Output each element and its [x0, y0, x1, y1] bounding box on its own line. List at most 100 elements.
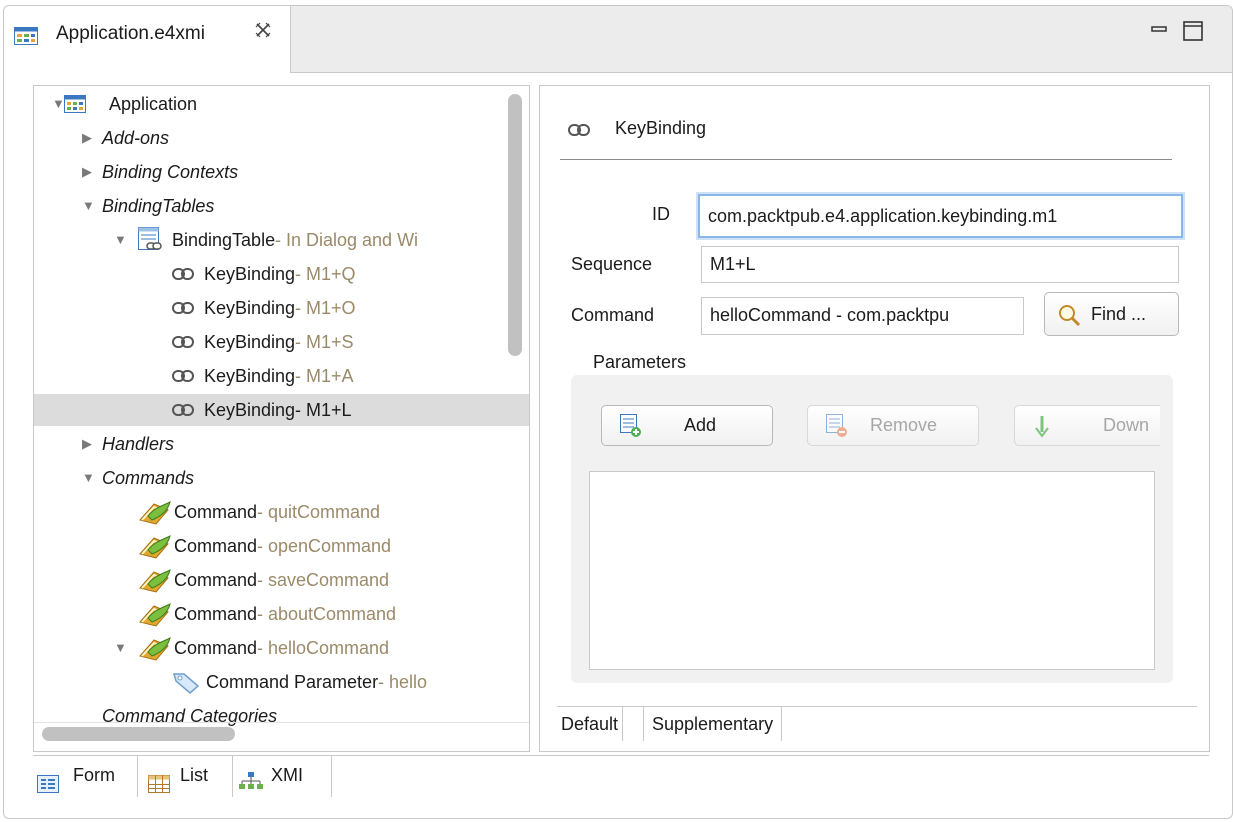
maximize-icon[interactable] — [1182, 20, 1204, 47]
form-tabs: Default Supplementary — [557, 706, 1197, 743]
link-icon — [172, 335, 194, 349]
id-label: ID — [652, 204, 670, 224]
application-icon — [64, 95, 86, 113]
remove-button-label: Remove — [870, 415, 938, 435]
twisty-expanded-icon[interactable]: ▼ — [52, 88, 65, 120]
tab-default[interactable]: Default — [557, 707, 624, 741]
twisty-expanded-icon[interactable]: ▼ — [114, 632, 127, 664]
arrow-down-icon — [1035, 414, 1049, 443]
down-button-label: Down — [1103, 415, 1150, 435]
tree-item-detail: - quitCommand — [257, 502, 381, 522]
tree-item-label: Binding Contexts — [102, 162, 239, 182]
tree-item[interactable]: Command Parameter - hello — [34, 666, 529, 698]
tree-item[interactable]: ▼ Command - helloCommand — [34, 632, 529, 664]
tree-item-label: Command — [174, 536, 258, 556]
find-button-label: Find ... — [1091, 304, 1147, 324]
id-field[interactable]: com.packtpub.e4.application.keybinding.m… — [698, 194, 1183, 238]
horizontal-scrollbar[interactable] — [42, 727, 235, 741]
detail-form: KeyBinding ID com.packtpub.e4.applicatio… — [539, 85, 1210, 752]
link-icon — [568, 121, 590, 142]
link-icon — [172, 267, 194, 281]
form-title: KeyBinding — [615, 118, 707, 138]
editor-tab-title: Application.e4xmi — [56, 23, 205, 44]
tree-item[interactable]: Command - saveCommand — [34, 564, 529, 596]
binding-table-icon — [138, 227, 164, 253]
down-button[interactable]: Down — [1014, 405, 1160, 446]
tree-item-detail: - saveCommand — [257, 570, 390, 590]
editor-tab-bar: Application.e4xmi — [4, 6, 1232, 73]
tree-item[interactable]: ▼ BindingTable - In Dialog and Wi — [34, 224, 529, 256]
tree-item-detail: - openCommand — [257, 536, 392, 556]
minimize-icon[interactable] — [1149, 20, 1169, 45]
tree-item-detail: - M1+Q — [295, 264, 356, 284]
add-button-label: Add — [684, 415, 717, 435]
tab-list[interactable]: List — [138, 755, 233, 797]
tab-xmi[interactable]: XMI — [233, 755, 332, 797]
command-icon — [138, 634, 172, 662]
parameters-group: Add Remove Down — [571, 375, 1173, 683]
tree-item[interactable]: ▼ Application — [34, 88, 529, 120]
find-button[interactable]: Find ... — [1044, 292, 1179, 336]
tree-item-detail: - M1+A — [295, 366, 354, 386]
tree-item-detail: - M1+O — [295, 298, 356, 318]
editor-tab[interactable]: Application.e4xmi — [4, 6, 291, 73]
tree-item-label: KeyBinding — [204, 298, 296, 318]
tree-item-label: KeyBinding — [204, 400, 296, 420]
tag-icon — [172, 670, 200, 694]
tab-xmi-label: XMI — [271, 765, 304, 785]
remove-row-icon — [826, 414, 848, 443]
tab-supplementary[interactable]: Supplementary — [643, 707, 783, 741]
add-button[interactable]: Add — [601, 405, 773, 446]
tree-item[interactable]: ▶ Add-ons — [34, 122, 529, 154]
tree-item-label: Command — [174, 502, 258, 522]
tree-item[interactable]: KeyBinding - M1+A — [34, 360, 529, 392]
command-icon — [138, 532, 172, 560]
vertical-scrollbar[interactable] — [508, 94, 522, 356]
sequence-label: Sequence — [571, 254, 653, 274]
command-icon — [138, 600, 172, 628]
model-tree[interactable]: ▼ Application ▶ Add-ons ▶ Binding Contexts ▼ Bi… — [33, 85, 530, 752]
tree-item[interactable]: KeyBinding - M1+O — [34, 292, 529, 324]
tree-item[interactable]: ▶ Handlers — [34, 428, 529, 460]
title-divider — [560, 159, 1172, 160]
twisty-collapsed-icon[interactable]: ▶ — [82, 428, 92, 460]
scroll-divider — [34, 722, 529, 723]
tree-item-label: Command — [174, 570, 258, 590]
tree-item[interactable]: ▼ Commands — [34, 462, 529, 494]
link-icon — [172, 301, 194, 315]
twisty-collapsed-icon[interactable]: ▶ — [82, 156, 92, 188]
twisty-expanded-icon[interactable]: ▼ — [82, 462, 95, 494]
tree-item[interactable]: Command - aboutCommand — [34, 598, 529, 630]
tree-item[interactable]: ▶ Binding Contexts — [34, 156, 529, 188]
tree-item-label: Application — [109, 94, 198, 114]
tree-item[interactable]: Command - quitCommand — [34, 496, 529, 528]
command-icon — [138, 498, 172, 526]
remove-button[interactable]: Remove — [807, 405, 979, 446]
tree-item-label: Command — [174, 604, 258, 624]
sequence-field[interactable]: M1+L — [701, 246, 1179, 283]
application-icon — [14, 27, 38, 50]
tab-default-label: Default — [561, 714, 619, 734]
tree-item[interactable]: KeyBinding - M1+S — [34, 326, 529, 358]
magnifier-icon — [1057, 303, 1081, 332]
tree-item-label: KeyBinding — [204, 332, 296, 352]
close-icon[interactable] — [254, 21, 272, 45]
tree-item[interactable]: ▼ BindingTables — [34, 190, 529, 222]
parameters-list[interactable] — [589, 471, 1155, 670]
hierarchy-icon — [239, 765, 263, 805]
twisty-collapsed-icon[interactable]: ▶ — [82, 122, 92, 154]
add-row-icon — [620, 414, 642, 443]
twisty-expanded-icon[interactable]: ▼ — [114, 224, 127, 256]
twisty-expanded-icon[interactable]: ▼ — [82, 190, 95, 222]
tree-item[interactable]: Command - openCommand — [34, 530, 529, 562]
tab-form-label: Form — [73, 765, 115, 785]
tree-item[interactable]: KeyBinding - M1+Q — [34, 258, 529, 290]
tree-item-label: Command — [174, 638, 258, 658]
tree-item-label: BindingTable — [172, 230, 276, 250]
tree-item-detail: - M1+L — [295, 400, 352, 420]
tree-item-label: KeyBinding — [204, 264, 296, 284]
command-field[interactable]: helloCommand - com.packtpu — [701, 297, 1024, 335]
tree-item[interactable]: KeyBinding - M1+L — [34, 394, 529, 426]
tab-form[interactable]: Form — [33, 755, 138, 797]
tree-item-label: Add-ons — [102, 128, 170, 148]
